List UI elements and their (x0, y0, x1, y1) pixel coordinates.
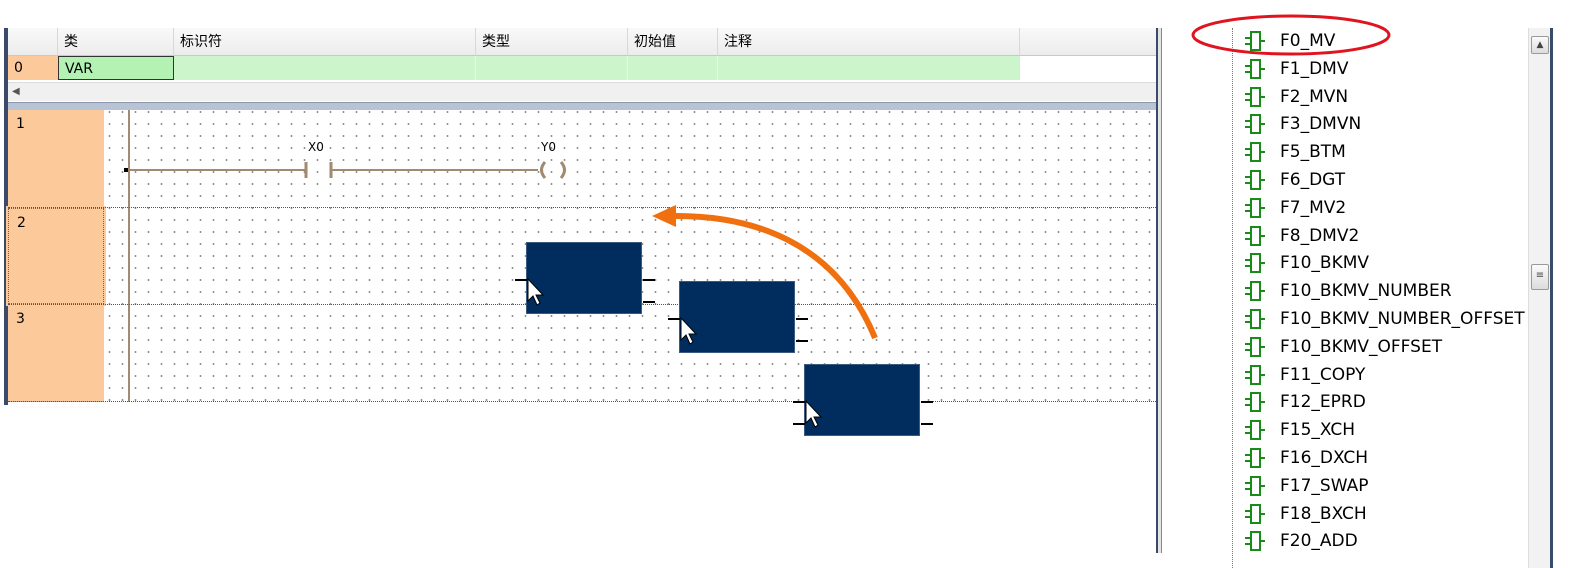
function-block-icon (1244, 113, 1280, 135)
drag-direction-arrow-icon (652, 205, 878, 340)
identifier-cell[interactable] (174, 56, 476, 80)
function-block-icon (1244, 530, 1280, 552)
class-cell[interactable]: VAR (58, 56, 174, 80)
header-initial-value[interactable]: 初始值 (628, 28, 718, 56)
function-block-icon (1244, 391, 1280, 413)
tree-item[interactable]: F8_DMV2 (1244, 222, 1359, 250)
variable-declaration-table: 类 标识符 类型 初始值 注释 0 VAR ◀ (8, 28, 1156, 111)
function-block-drag-ghost-1[interactable] (515, 242, 655, 314)
initial-value-cell[interactable] (628, 56, 718, 80)
function-block-icon (1244, 308, 1280, 330)
function-block-icon (1244, 169, 1280, 191)
tree-item-label: F10_BKMV_OFFSET (1280, 336, 1443, 357)
tree-item-label: F15_XCH (1280, 420, 1355, 441)
horizontal-scrollbar[interactable]: ◀ (8, 82, 1156, 101)
function-block-drag-ghost-3[interactable] (793, 364, 933, 436)
tree-item-label: F10_BKMV_NUMBER_OFFSET (1280, 309, 1525, 329)
highlight-circle-annotation (1191, 14, 1391, 56)
rung-number-3[interactable]: 3 (8, 305, 104, 402)
tree-item-label: F1_DMV (1280, 58, 1349, 79)
function-block-icon (1244, 364, 1280, 386)
tree-item-label: F6_DGT (1280, 170, 1346, 190)
rung-separator (8, 207, 1156, 208)
function-block-icon (1244, 197, 1280, 219)
header-class[interactable]: 类 (58, 28, 174, 56)
tree-item-label: F2_MVN (1280, 86, 1349, 107)
function-block-icon (1244, 503, 1280, 525)
tree-connector-line (1232, 28, 1233, 568)
tree-item[interactable]: F10_BKMV_OFFSET (1244, 333, 1442, 361)
tree-item-label: F5_BTM (1280, 142, 1346, 163)
panel-right-border (1550, 28, 1553, 568)
tree-item[interactable]: F10_BKMV_NUMBER_OFFSET (1244, 305, 1525, 333)
header-identifier[interactable]: 标识符 (174, 28, 476, 56)
function-block-icon (1244, 336, 1280, 358)
function-block-icon (1244, 419, 1280, 441)
tree-item[interactable]: F7_MV2 (1244, 194, 1346, 222)
tree-item[interactable]: F17_SWAP (1244, 472, 1368, 500)
tree-item[interactable]: F20_ADD (1244, 527, 1358, 555)
vertical-scrollbar[interactable]: ▲ ≡ (1528, 28, 1551, 568)
tree-item[interactable]: F15_XCH (1244, 416, 1355, 444)
tree-item[interactable]: F18_BXCH (1244, 500, 1367, 528)
function-block-icon (1244, 447, 1280, 469)
comment-cell[interactable] (718, 56, 1020, 80)
type-cell[interactable] (476, 56, 628, 80)
tree-item-label: F17_SWAP (1280, 475, 1369, 496)
tree-item[interactable]: F3_DMVN (1244, 110, 1361, 138)
function-block-icon (1244, 58, 1280, 80)
tree-item[interactable]: F6_DGT (1244, 166, 1345, 194)
scroll-left-icon[interactable]: ◀ (12, 83, 20, 101)
tree-item[interactable]: F11_COPY (1244, 361, 1365, 389)
function-block-icon (1244, 141, 1280, 163)
function-block-icon (1244, 86, 1280, 108)
tree-item-label: F3_DMVN (1280, 114, 1362, 135)
tree-item-label: F10_BKMV_NUMBER (1280, 281, 1452, 302)
tree-item-label: F7_MV2 (1280, 197, 1347, 218)
panel-splitter[interactable] (1156, 28, 1162, 553)
tree-item-label: F8_DMV2 (1280, 225, 1360, 246)
mouse-cursor-icon (805, 399, 823, 428)
coil-y0-label[interactable]: Y0 (541, 140, 556, 154)
contact-x0-label[interactable]: X0 (308, 140, 324, 154)
tree-item-label: F18_BXCH (1280, 503, 1367, 524)
header-filler (1020, 28, 1156, 56)
header-comment[interactable]: 注释 (718, 28, 1020, 56)
tree-item[interactable]: F2_MVN (1244, 83, 1348, 111)
tree-item[interactable]: F16_DXCH (1244, 444, 1368, 472)
tree-item-label: F16_DXCH (1280, 448, 1369, 468)
rung-number-2[interactable]: 2 (6, 206, 106, 306)
tree-item-label: F20_ADD (1280, 531, 1358, 552)
function-block-icon (1244, 252, 1280, 274)
rung-separator (8, 401, 1156, 402)
tree-item[interactable]: F10_BKMV (1244, 249, 1369, 277)
header-type[interactable]: 类型 (476, 28, 628, 56)
header-row-number (8, 28, 58, 56)
tree-item[interactable]: F10_BKMV_NUMBER (1244, 277, 1452, 305)
tree-item[interactable]: F5_BTM (1244, 138, 1346, 166)
function-block-icon (1244, 225, 1280, 247)
function-block-icon (1244, 280, 1280, 302)
mouse-cursor-icon (527, 277, 545, 306)
function-block-icon (1244, 475, 1280, 497)
tree-item-label: F11_COPY (1280, 364, 1366, 385)
tree-item[interactable]: F12_EPRD (1244, 388, 1366, 416)
row-index-cell[interactable]: 0 (8, 56, 58, 80)
tree-item-label: F12_EPRD (1280, 392, 1366, 413)
scroll-up-icon[interactable]: ▲ (1531, 36, 1549, 54)
scroll-thumb-grip-icon[interactable]: ≡ (1531, 264, 1549, 290)
tree-item-label: F10_BKMV (1280, 253, 1370, 274)
